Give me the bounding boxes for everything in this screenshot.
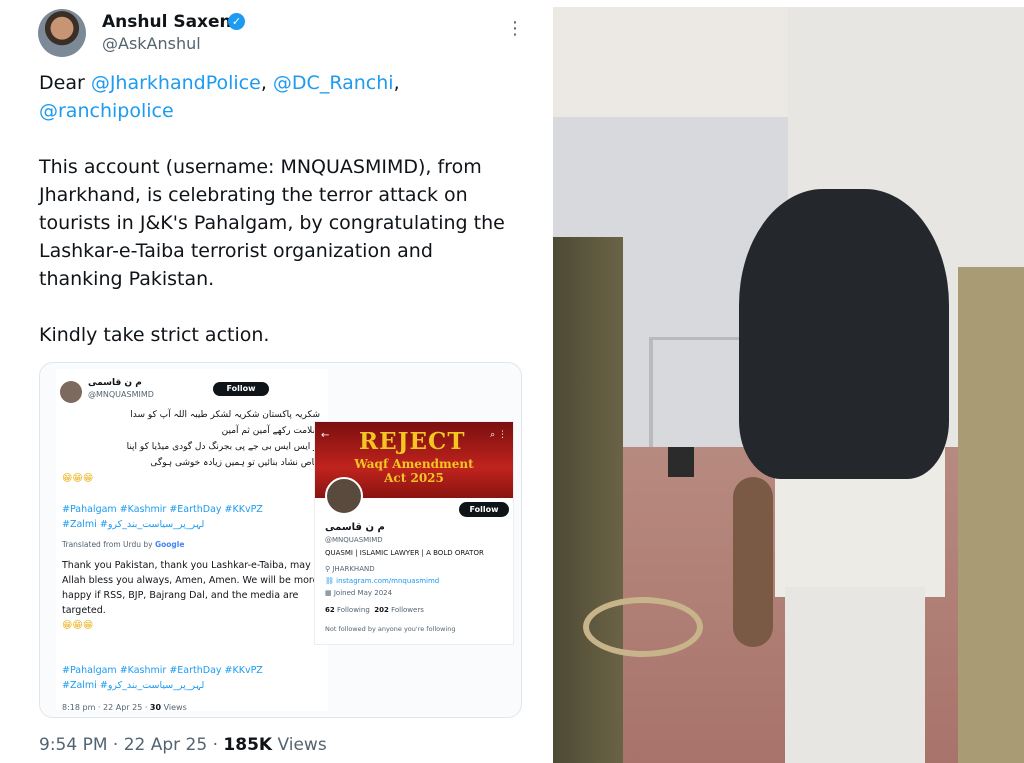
tweet-greeting-line: Dear @JharkhandPolice, @DC_Ranchi, @ranc… [39,69,509,125]
profile-avatar [325,477,363,515]
hashtag-line: #Zalmi #لہر_پر_سیاست_بند_کرو [62,680,205,691]
photo-rope [583,597,703,657]
profile-joined: ▦ Joined May 2024 [325,589,392,597]
followers-count: 202 [374,606,389,614]
quoted-hashtags: #Pahalgam #Kashmir #EarthDay #KKvPZ #Zal… [62,502,324,532]
author-handle[interactable]: @AskAnshul [102,34,201,53]
tweet-time[interactable]: 9:54 PM · 22 Apr 25 · [39,735,223,755]
mention-jharkhand-police[interactable]: @JharkhandPolice [91,72,261,94]
following-label: Following [334,606,370,614]
joined-text: Joined May 2024 [333,589,393,597]
profile-link: ⛓ instagram.com/mnquasmimd [325,577,439,585]
location-text: JHARKHAND [332,565,375,573]
grin-emoji-icon: 😁😁😁 [62,620,94,631]
hashtag-line: #Pahalgam #Kashmir #EarthDay #KKvPZ [62,504,263,515]
greeting: Dear [39,72,85,94]
mention-ranchi-police[interactable]: @ranchipolice [39,100,174,122]
following-count: 62 [325,606,335,614]
profile-card: ← REJECT Waqf Amendment Act 2025 ⌕ ⋮ Fol… [314,421,514,645]
separator: , [260,72,267,94]
quoted-views-label: Views [161,703,187,712]
google-brand: Google [154,540,185,549]
quoted-follow-button: Follow [213,382,269,396]
link-text: instagram.com/mnquasmimd [336,577,440,585]
embedded-screenshot[interactable]: م ن قاسمی @MNQUASMIMD Follow شکریہ پاکست… [39,362,522,718]
photo-dustbin [668,447,694,477]
more-icon[interactable]: ⋮ [506,18,524,39]
banner-title: REJECT [359,428,466,455]
quoted-name: م ن قاسمی [88,378,142,388]
urdu-line: خاص نشاد بنائیں تو ہمیں زیادہ خوشی ہوگی [150,458,320,468]
quoted-translation: Thank you Pakistan, thank you Lashkar-e-… [62,558,324,633]
profile-name: م ن قاسمی [325,522,385,533]
tweet-body: This account (username: MNQUASMIMD), fro… [39,156,505,290]
profile-location: ⚲ JHARKHAND [325,565,375,573]
urdu-line: ار ایس ایس بی جے پی بجرنگ دل گودی میڈیا … [126,442,320,452]
quoted-meta: 8:18 pm · 22 Apr 25 · 30 Views [62,703,187,712]
back-arrow-icon: ← [321,430,330,441]
profile-not-followed: Not followed by anyone you're following [325,625,456,633]
photo-detainee-hood [739,189,949,479]
banner-subtitle: Waqf Amendment Act 2025 [354,457,474,485]
photo-officer-left [553,237,623,763]
photo-detainee-arm [733,477,773,647]
hashtag-line: #Zalmi #لہر_پر_سیاست_بند_کرو [62,519,205,530]
translated-label: Translated from Urdu by [62,540,153,549]
quoted-handle: @MNQUASMIMD [88,390,154,399]
author-avatar[interactable] [38,9,86,57]
quoted-views-count: 30 [149,703,162,712]
views-count: 185K [223,735,273,755]
separator: , [393,72,400,94]
search-icon: ⌕ ⋮ [490,430,507,440]
link-icon: ⛓ [325,577,337,585]
composite-image: Anshul Saxena ✓ @AskAnshul ⋮ Dear @Jhark… [0,0,1024,763]
hashtag-line: #Pahalgam #Kashmir #EarthDay #KKvPZ [62,665,263,676]
verified-badge-icon: ✓ [228,13,245,30]
translated-note: Translated from Urdu by Google [62,540,184,549]
views-label: Views [272,735,327,755]
author-name[interactable]: Anshul Saxena [102,12,243,32]
quoted-time: 8:18 pm · 22 Apr 25 · [62,703,150,712]
mention-dc-ranchi[interactable]: @DC_Ranchi [273,72,394,94]
quoted-tweet: م ن قاسمی @MNQUASMIMD Follow شکریہ پاکست… [56,369,328,712]
urdu-line: سلامت رکھے آمین ثم آمین [221,426,320,436]
tweet-closing: Kindly take strict action. [39,324,270,346]
profile-follow-counts: 62 Following 202 Followers [325,606,424,614]
photo-officer-right [958,267,1024,763]
profile-bio: QUASMI | ISLAMIC LAWYER | A BOLD ORATOR [325,549,484,557]
calendar-icon: ▦ [325,589,334,597]
translation-text: Thank you Pakistan, thank you Lashkar-e-… [62,560,319,616]
followers-label: Followers [388,606,424,614]
urdu-line: شکریہ پاکستان شکریہ لشکر طیبہ اللہ آپ کو… [130,410,320,420]
profile-handle: @MNQUASMIMD [325,536,383,544]
quoted-hashtags-2: #Pahalgam #Kashmir #EarthDay #KKvPZ #Zal… [62,663,324,693]
tweet-text: Dear @JharkhandPolice, @DC_Ranchi, @ranc… [39,69,509,349]
grin-emoji-icon: 😁😁😁 [62,473,94,484]
quoted-avatar [60,381,82,403]
quoted-urdu-text: شکریہ پاکستان شکریہ لشکر طیبہ اللہ آپ کو… [62,407,320,487]
tweet-meta: 9:54 PM · 22 Apr 25 · 185K Views [39,735,327,755]
arrest-photo [553,7,1024,763]
tweet-panel: Anshul Saxena ✓ @AskAnshul ⋮ Dear @Jhark… [0,0,548,763]
photo-detainee-pants [785,587,925,763]
profile-follow-button: Follow [459,502,509,517]
